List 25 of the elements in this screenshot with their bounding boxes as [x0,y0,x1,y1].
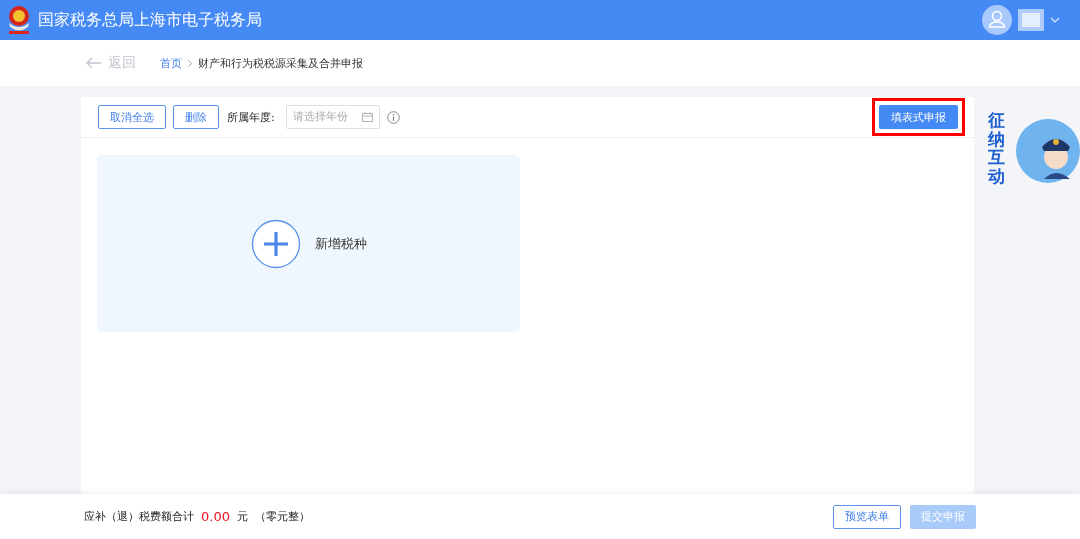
calendar-icon [361,112,373,122]
arrow-left-icon [86,57,102,69]
total-amount: 0.00 [201,509,230,524]
avatar-icon[interactable] [982,5,1012,35]
chevron-right-icon [188,59,192,67]
breadcrumb-current: 财产和行为税税源采集及合并申报 [198,55,363,71]
add-tax-card[interactable]: 新增税种 [97,155,520,332]
emblem-icon [6,5,32,35]
outline-button[interactable]: 取消全选 [98,105,166,129]
assistant-badge[interactable]: 征纳互动 [988,107,1080,187]
year-label: 所属年度: [227,109,275,125]
info-icon[interactable] [386,110,400,124]
amount-words: （零元整） [254,509,310,524]
unit-label: 元 [236,509,248,524]
plus-circle-icon [250,218,301,269]
breadcrumb-link[interactable]: 首页 [160,55,182,71]
assistant-label: 征纳互动 [988,111,1006,186]
preview-button[interactable]: 预览表单 [833,504,901,529]
fill-form-button[interactable]: 填表式申报 [879,105,959,129]
outline-button[interactable]: 删除 [173,105,219,129]
add-tax-label: 新增税种 [314,234,367,253]
total-label: 应补（退）税费额合计 [84,509,194,524]
site-title: 国家税务总局上海市电子税务局 [38,9,262,31]
chevron-down-icon[interactable] [1050,17,1060,23]
year-field[interactable]: 请选择年份 [285,105,380,129]
